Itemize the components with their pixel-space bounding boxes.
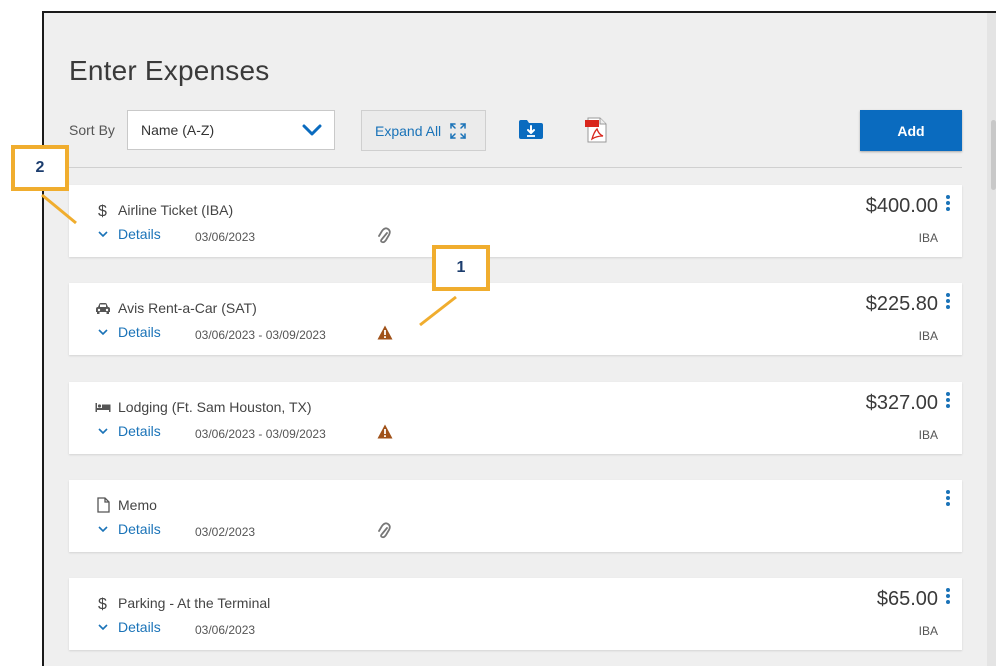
expense-date: 03/06/2023 - 03/09/2023 [195,427,326,441]
expense-name: Avis Rent-a-Car (SAT) [118,300,257,316]
expense-account: IBA [918,428,938,442]
callout-badge-1: 1 [432,245,490,291]
dollar-icon: $ [95,595,111,611]
expense-card: Avis Rent-a-Car (SAT) Details 03/06/2023… [69,283,962,355]
expense-date: 03/06/2023 [195,230,256,244]
expense-account: IBA [918,624,938,638]
expense-amount: $65.00 [876,588,938,610]
more-vertical-icon[interactable] [944,392,952,412]
expense-amount: $400.00 [865,195,938,217]
details-label: Details [118,226,161,242]
expand-icon [450,122,466,139]
details-label: Details [118,423,161,439]
more-vertical-icon[interactable] [944,293,952,313]
expense-card: Lodging (Ft. Sam Houston, TX) Details 03… [69,382,962,454]
toolbar-divider [69,167,962,168]
warning-icon[interactable] [377,325,393,340]
expense-name: Memo [118,497,157,513]
details-toggle[interactable]: Details [98,324,161,340]
chevron-down-icon [98,624,108,631]
more-vertical-icon[interactable] [944,195,952,215]
warning-icon[interactable] [377,424,393,439]
svg-text:$: $ [98,203,107,218]
expand-all-button[interactable]: Expand All [361,110,486,151]
more-vertical-icon[interactable] [944,490,952,510]
bed-icon [95,399,111,415]
chevron-down-icon [98,329,108,336]
expense-date: 03/06/2023 - 03/09/2023 [195,328,326,342]
expand-all-label: Expand All [375,122,442,139]
details-label: Details [118,324,161,340]
expense-amount: $225.80 [865,293,938,315]
details-toggle[interactable]: Details [98,226,161,242]
sort-by-label: Sort By [69,122,115,138]
expense-date: 03/02/2023 [195,525,256,539]
chevron-down-icon [98,231,108,238]
expense-card: $ Parking - At the Terminal Details 03/0… [69,578,962,650]
details-toggle[interactable]: Details [98,423,161,439]
details-label: Details [118,521,161,537]
more-vertical-icon[interactable] [944,588,952,608]
page-title: Enter Expenses [69,55,270,86]
sort-by-value: Name (A-Z) [141,122,215,138]
expense-card: Memo Details 03/02/2023 [69,480,962,552]
chevron-down-icon [302,124,322,136]
details-label: Details [118,619,161,635]
scrollbar-thumb[interactable] [991,120,996,190]
expense-account: IBA [918,329,938,343]
expense-date: 03/06/2023 [195,623,256,637]
car-icon [95,300,111,316]
expense-name: Parking - At the Terminal [118,595,271,611]
document-icon [95,497,111,513]
paperclip-icon[interactable] [377,522,391,540]
pdf-icon[interactable] [584,116,610,144]
scrollbar-track[interactable] [987,13,996,666]
details-toggle[interactable]: Details [98,619,161,635]
expense-name: Airline Ticket (IBA) [118,202,234,218]
paperclip-icon[interactable] [377,227,391,245]
download-folder-icon[interactable] [518,118,544,140]
expense-account: IBA [918,231,938,245]
chevron-down-icon [98,428,108,435]
callout-badge-2: 2 [11,145,69,191]
sort-by-select[interactable]: Name (A-Z) [127,110,335,150]
expense-name: Lodging (Ft. Sam Houston, TX) [118,399,312,415]
add-expense-button[interactable]: Add [860,110,962,151]
expense-card: $ Airline Ticket (IBA) Details 03/06/202… [69,185,962,257]
dollar-icon: $ [95,202,111,218]
details-toggle[interactable]: Details [98,521,161,537]
expense-amount: $327.00 [865,392,938,414]
svg-text:$: $ [98,596,107,611]
chevron-down-icon [98,526,108,533]
